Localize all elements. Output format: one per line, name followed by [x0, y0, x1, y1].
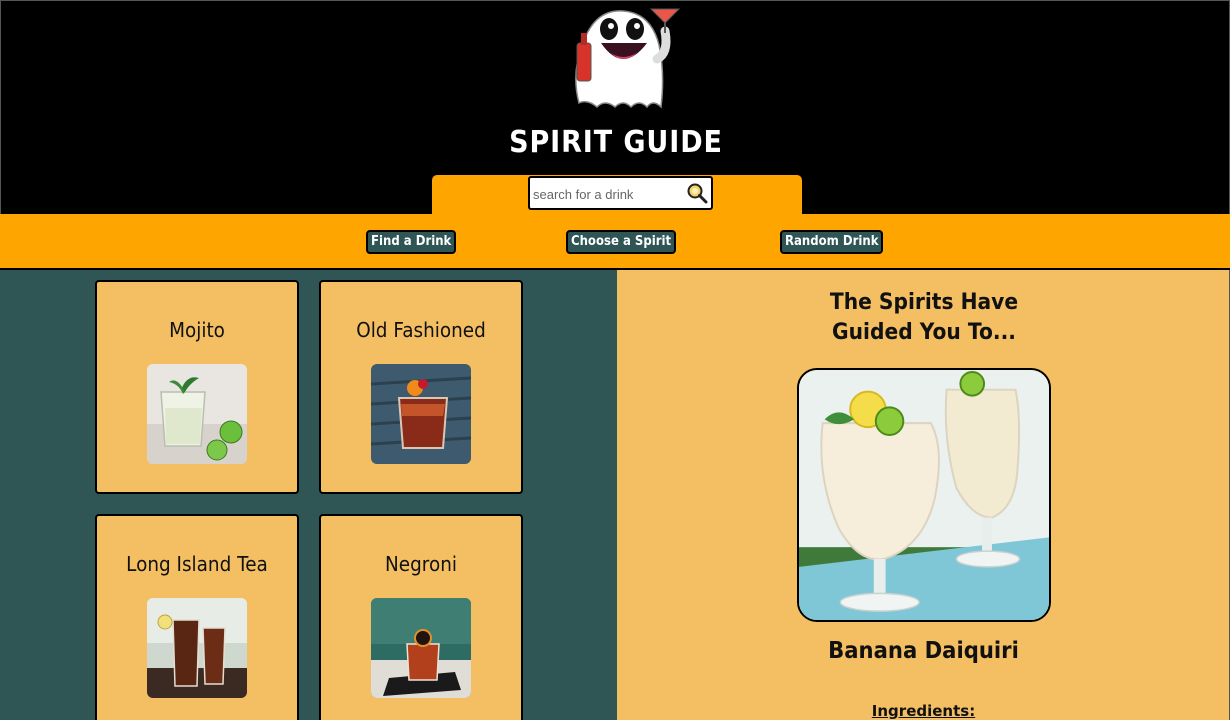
- drink-card-title: Long Island Tea: [126, 552, 268, 576]
- drink-card-title: Old Fashioned: [356, 318, 486, 342]
- drink-card-negroni[interactable]: Negroni: [319, 514, 523, 720]
- featured-panel: The Spirits Have Guided You To... Banana…: [617, 270, 1230, 720]
- find-a-drink-button[interactable]: Find a Drink: [366, 230, 457, 254]
- drink-card-title: Negroni: [385, 552, 457, 576]
- ingredients-label: Ingredients:: [871, 702, 976, 720]
- featured-drink-name: Banana Daiquiri: [828, 638, 1019, 664]
- ghost-logo-icon: [575, 8, 681, 109]
- main-nav: Find a Drink Choose a Spirit Random Drin…: [0, 214, 1230, 270]
- drink-card-mojito[interactable]: Mojito: [95, 280, 299, 494]
- banana-daiquiri-image: [797, 368, 1051, 622]
- featured-heading: The Spirits Have Guided You To...: [829, 290, 1019, 345]
- drink-grid: Mojito Old Fashioned Long Island Tea Neg…: [0, 270, 617, 720]
- random-drink-button[interactable]: Random Drink: [780, 230, 884, 254]
- old-fashioned-image: [371, 364, 471, 464]
- mojito-image: [147, 364, 247, 464]
- search-bar: [528, 176, 713, 210]
- brand-title: SPIRIT GUIDE: [509, 125, 723, 160]
- negroni-image: [371, 598, 471, 698]
- drink-card-old-fashioned[interactable]: Old Fashioned: [319, 280, 523, 494]
- search-input[interactable]: [533, 180, 683, 208]
- long-island-tea-image: [147, 598, 247, 698]
- drink-card-title: Mojito: [169, 318, 225, 342]
- magnifier-icon[interactable]: [686, 182, 708, 204]
- drink-card-long-island-tea[interactable]: Long Island Tea: [95, 514, 299, 720]
- choose-a-spirit-button[interactable]: Choose a Spirit: [566, 230, 677, 254]
